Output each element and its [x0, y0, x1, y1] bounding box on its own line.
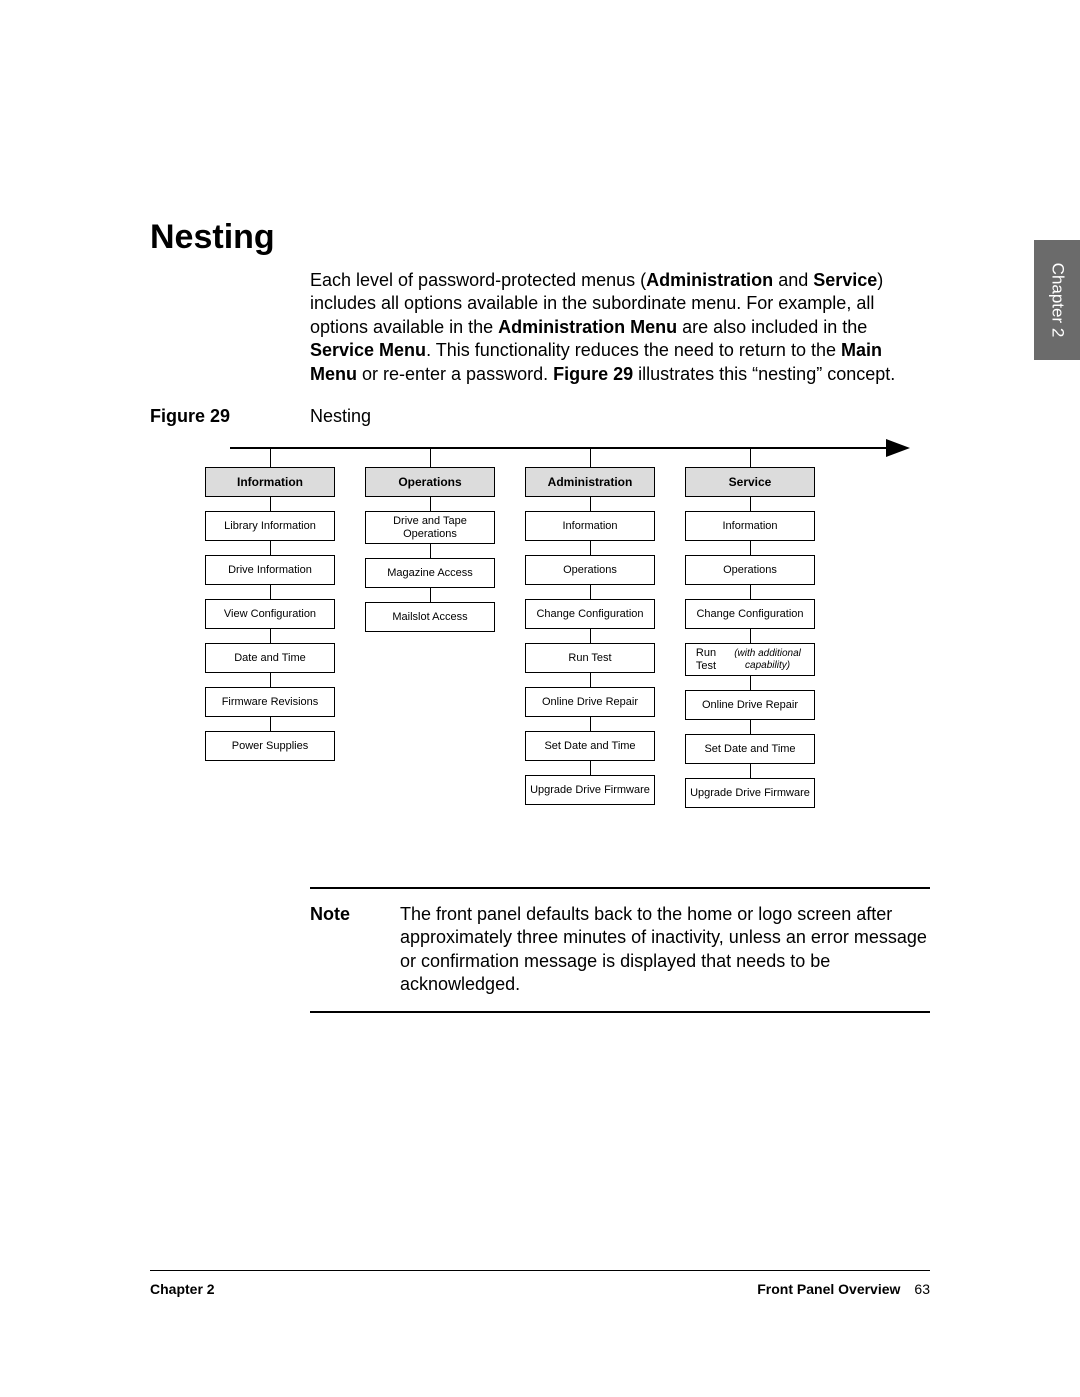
connector-line: [590, 761, 591, 775]
menu-item: Upgrade Drive Firmware: [685, 778, 815, 808]
menu-item: Library Information: [205, 511, 335, 541]
menu-item: Operations: [685, 555, 815, 585]
nesting-diagram: Information Library Information Drive In…: [180, 437, 930, 877]
connector-line: [750, 585, 751, 599]
menu-item: Firmware Revisions: [205, 687, 335, 717]
para-text: are also included in the: [677, 317, 867, 337]
footer-section-title: Front Panel Overview: [757, 1281, 900, 1297]
connector-line: [590, 629, 591, 643]
menu-item: Run Test (with additional capability): [685, 643, 815, 676]
menu-item: Set Date and Time: [525, 731, 655, 761]
connector-line: [590, 585, 591, 599]
connector-line: [750, 629, 751, 643]
menu-item: Set Date and Time: [685, 734, 815, 764]
menu-item: Operations: [525, 555, 655, 585]
connector-line: [270, 629, 271, 643]
connector-line: [750, 541, 751, 555]
connector-line: [590, 541, 591, 555]
note-block: Note The front panel defaults back to th…: [310, 887, 930, 1013]
connector-line: [270, 497, 271, 511]
connector-line: [750, 497, 751, 511]
column-header: Service: [685, 467, 815, 497]
menu-item: Online Drive Repair: [525, 687, 655, 717]
menu-item: View Configuration: [205, 599, 335, 629]
para-bold-service-menu: Service Menu: [310, 340, 426, 360]
menu-item: Drive and Tape Operations: [365, 511, 495, 544]
diagram-column-service: Service Information Operations Change Co…: [685, 467, 815, 808]
menu-item: Change Configuration: [525, 599, 655, 629]
connector-line: [750, 764, 751, 778]
para-bold-administration: Administration: [646, 270, 773, 290]
connector-line: [590, 717, 591, 731]
menu-item: Information: [525, 511, 655, 541]
menu-item: Upgrade Drive Firmware: [525, 775, 655, 805]
menu-item: Online Drive Repair: [685, 690, 815, 720]
diagram-column-administration: Administration Information Operations Ch…: [525, 467, 655, 805]
connector-line: [270, 541, 271, 555]
page-footer: Chapter 2 Front Panel Overview 63: [150, 1270, 930, 1297]
para-text: . This functionality reduces the need to…: [426, 340, 841, 360]
menu-item: Change Configuration: [685, 599, 815, 629]
page-number: 63: [914, 1281, 930, 1297]
column-header: Operations: [365, 467, 495, 497]
connector-line: [270, 585, 271, 599]
connector-line: [590, 497, 591, 511]
para-bold-service: Service: [813, 270, 877, 290]
arrow-line: [230, 447, 890, 449]
connector-line: [430, 497, 431, 511]
connector-line: [430, 544, 431, 558]
column-header: Information: [205, 467, 335, 497]
figure-caption: Figure 29 Nesting: [150, 406, 930, 427]
para-text: and: [773, 270, 813, 290]
connector-line: [750, 676, 751, 690]
connector-line: [430, 588, 431, 602]
menu-item: Magazine Access: [365, 558, 495, 588]
section-title: Nesting: [150, 0, 930, 269]
connector-line: [270, 673, 271, 687]
connector-line: [750, 720, 751, 734]
column-header: Administration: [525, 467, 655, 497]
note-label: Note: [310, 903, 400, 997]
figure-label: Figure 29: [150, 406, 310, 427]
menu-item: Drive Information: [205, 555, 335, 585]
menu-item: Information: [685, 511, 815, 541]
para-bold-admin-menu: Administration Menu: [498, 317, 677, 337]
connector-line: [590, 448, 591, 468]
figure-title: Nesting: [310, 406, 371, 427]
menu-item-suffix: (with additional capability): [725, 648, 810, 671]
footer-chapter: Chapter 2: [150, 1281, 215, 1297]
diagram-column-information: Information Library Information Drive In…: [205, 467, 335, 761]
menu-item: Power Supplies: [205, 731, 335, 761]
connector-line: [750, 448, 751, 468]
note-text: The front panel defaults back to the hom…: [400, 903, 930, 997]
connector-line: [270, 717, 271, 731]
menu-item: Run Test: [525, 643, 655, 673]
para-text: Each level of password-protected menus (: [310, 270, 646, 290]
menu-item: Mailslot Access: [365, 602, 495, 632]
connector-line: [270, 448, 271, 468]
para-text: illustrates this “nesting” concept.: [633, 364, 895, 384]
menu-item-text: Run Test: [690, 647, 722, 672]
para-text: or re-enter a password.: [357, 364, 553, 384]
connector-line: [430, 448, 431, 468]
connector-line: [590, 673, 591, 687]
diagram-column-operations: Operations Drive and Tape Operations Mag…: [365, 467, 495, 632]
para-bold-figure-ref: Figure 29: [553, 364, 633, 384]
body-paragraph: Each level of password-protected menus (…: [310, 269, 930, 386]
arrow-head-icon: [886, 439, 910, 457]
menu-item: Date and Time: [205, 643, 335, 673]
